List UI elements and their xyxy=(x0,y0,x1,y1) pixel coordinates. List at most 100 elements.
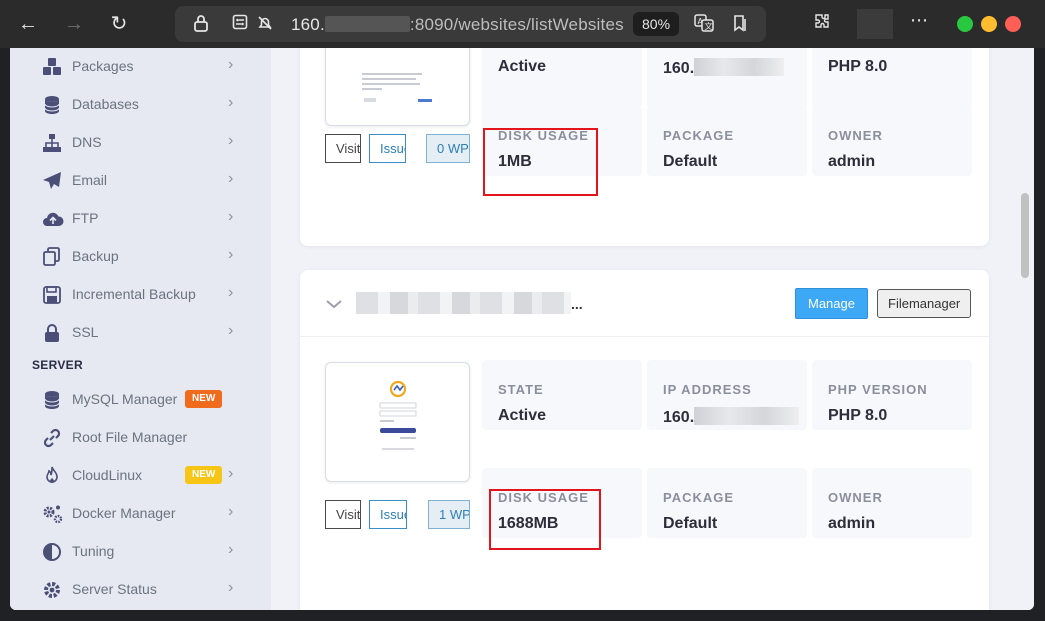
sidebar-item-dns[interactable]: DNS › xyxy=(10,124,271,162)
svg-text:文: 文 xyxy=(705,21,713,31)
php-version-label: PHP VERSION xyxy=(828,382,928,397)
ip-address-box: IP ADDRESS 160. xyxy=(647,360,807,430)
package-label: PACKAGE xyxy=(663,128,735,143)
cloud-upload-icon xyxy=(42,209,64,229)
floppy-icon xyxy=(42,285,62,305)
ip-value: 160. xyxy=(663,409,695,426)
window-close-icon[interactable] xyxy=(1005,16,1021,32)
ip-redacted xyxy=(694,58,785,76)
sidebar-item-ssl[interactable]: SSL › xyxy=(10,314,271,352)
visit-site-button[interactable]: Visit Site xyxy=(325,500,361,529)
sidebar-item-label: Email xyxy=(72,172,108,188)
sidebar-item-backup[interactable]: Backup › xyxy=(10,238,271,276)
ip-redacted xyxy=(694,407,800,425)
notifications-off-icon[interactable] xyxy=(255,14,275,34)
url-path: :8090/websites/listWebsites xyxy=(409,15,624,34)
sidebar-item-docker-manager[interactable]: Docker Manager › xyxy=(10,495,271,533)
sidebar-item-mysql-manager[interactable]: MySQL Manager NEW xyxy=(10,381,271,419)
back-arrow-icon[interactable]: ← xyxy=(16,12,40,36)
sidebar-item-label: Packages xyxy=(72,58,134,74)
filemanager-button[interactable]: Filemanager xyxy=(877,289,972,318)
sidebar-item-incremental-backup[interactable]: Incremental Backup › xyxy=(10,276,271,314)
package-box: PACKAGE Default xyxy=(647,468,807,538)
sidebar-item-email[interactable]: Email › xyxy=(10,162,271,200)
cubes-icon xyxy=(42,57,62,77)
new-badge: NEW xyxy=(185,466,223,484)
url-text[interactable]: 160.:8090/websites/listWebsites xyxy=(291,15,624,35)
cogs-icon xyxy=(42,504,63,524)
php-version-box: PHP VERSION PHP 8.0 xyxy=(812,360,972,430)
package-label: PACKAGE xyxy=(663,490,735,505)
collapse-toggle[interactable] xyxy=(324,294,344,314)
page-viewport: Packages › Databases › DNS › Email › FTP… xyxy=(10,48,1034,610)
issue-ssl-button[interactable]: Issue SSL xyxy=(369,134,406,163)
state-box: STATE Active xyxy=(482,360,642,430)
chevron-right-icon: › xyxy=(228,56,234,73)
forward-arrow-icon[interactable]: → xyxy=(62,12,86,36)
manage-button[interactable]: Manage xyxy=(795,288,868,319)
chevron-right-icon: › xyxy=(228,503,234,520)
highlight-box xyxy=(483,128,598,196)
copy-icon xyxy=(42,247,62,267)
chevron-right-icon: › xyxy=(228,541,234,558)
state-value: Active xyxy=(498,407,547,424)
site-thumbnail[interactable] xyxy=(325,362,470,482)
chevron-right-icon: › xyxy=(228,579,234,596)
profile-avatar[interactable] xyxy=(857,9,893,39)
chevron-right-icon: › xyxy=(228,132,234,149)
website-card: Active 160. PHP 8.0 Visit Site Issue SSL… xyxy=(300,48,989,246)
sidebar-item-root-file-manager[interactable]: Root File Manager xyxy=(10,419,271,457)
more-menu-icon[interactable]: ⋯ xyxy=(910,10,929,31)
sidebar-item-databases[interactable]: Databases › xyxy=(10,86,271,124)
window-maximize-icon[interactable] xyxy=(981,16,997,32)
sidebar-item-tuning[interactable]: Tuning › xyxy=(10,533,271,571)
address-bar[interactable]: 160.:8090/websites/listWebsites 80% A文 xyxy=(175,6,766,42)
sidebar: Packages › Databases › DNS › Email › FTP… xyxy=(10,48,271,610)
package-value: Default xyxy=(663,153,718,170)
sidebar-item-ftp[interactable]: FTP › xyxy=(10,200,271,238)
site-thumbnail[interactable] xyxy=(325,48,470,126)
gear-icon xyxy=(42,580,62,600)
sidebar-item-label: DNS xyxy=(72,134,102,150)
sidebar-item-label: FTP xyxy=(72,210,99,226)
reload-icon[interactable]: ↻ xyxy=(107,12,131,36)
owner-box: OWNER admin xyxy=(812,106,972,176)
reading-list-icon[interactable] xyxy=(730,14,750,34)
state-value: Active xyxy=(498,58,547,75)
chevron-right-icon: › xyxy=(228,465,234,482)
lock-icon[interactable] xyxy=(191,14,211,34)
url-redacted xyxy=(324,16,410,32)
paper-plane-icon xyxy=(42,171,62,191)
scrollbar-track[interactable] xyxy=(1018,48,1034,610)
wp-sites-button[interactable]: 1 WP S xyxy=(428,500,470,529)
state-box: Active xyxy=(482,48,642,108)
sidebar-item-label: SSL xyxy=(72,324,99,340)
wp-sites-button[interactable]: 0 WP S xyxy=(426,134,470,163)
translate-icon[interactable]: A文 xyxy=(694,14,714,34)
scrollbar-thumb[interactable] xyxy=(1021,193,1029,278)
card-divider xyxy=(300,336,989,337)
sidebar-item-cloudlinux[interactable]: CloudLinux NEW › xyxy=(10,457,271,495)
sidebar-item-packages[interactable]: Packages › xyxy=(10,48,271,86)
visit-site-button[interactable]: Visit Site xyxy=(325,134,361,163)
sidebar-item-server-status[interactable]: Server Status › xyxy=(10,571,271,609)
zoom-badge[interactable]: 80% xyxy=(633,12,680,36)
site-settings-icon[interactable] xyxy=(230,14,250,34)
database-icon xyxy=(42,390,62,410)
sidebar-item-label: Root File Manager xyxy=(72,429,188,445)
chevron-right-icon: › xyxy=(228,94,234,111)
extensions-icon[interactable] xyxy=(812,12,832,38)
sidebar-item-label: Tuning xyxy=(72,543,115,559)
issue-ssl-button[interactable]: Issue SSL xyxy=(369,500,407,529)
window-minimize-icon[interactable] xyxy=(957,16,973,32)
sidebar-item-label: Backup xyxy=(72,248,119,264)
chevron-right-icon: › xyxy=(228,284,234,301)
ip-address-label: IP ADDRESS xyxy=(663,382,752,397)
highlight-box xyxy=(489,489,601,550)
database-icon xyxy=(42,95,62,115)
chevron-right-icon: › xyxy=(228,170,234,187)
sidebar-item-label: Databases xyxy=(72,96,139,112)
fire-icon xyxy=(42,466,62,486)
domain-name-redacted[interactable] xyxy=(356,292,571,314)
php-version-value: PHP 8.0 xyxy=(828,407,888,424)
